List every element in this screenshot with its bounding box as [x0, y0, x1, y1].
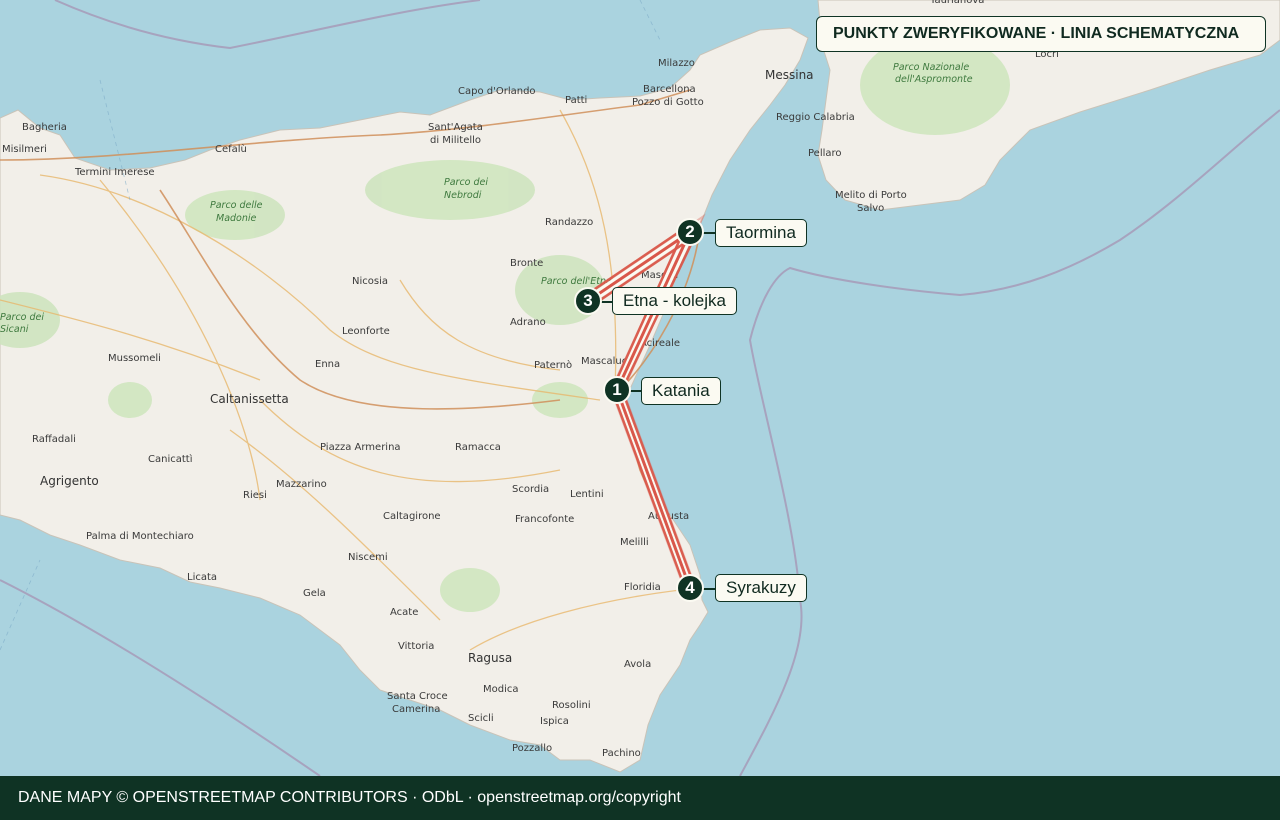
- svg-text:Cefalù: Cefalù: [215, 143, 247, 155]
- svg-text:Ramacca: Ramacca: [455, 442, 501, 453]
- svg-text:Santa Croce: Santa Croce: [387, 691, 448, 702]
- svg-text:Rosolini: Rosolini: [552, 700, 591, 711]
- svg-text:Caltanissetta: Caltanissetta: [210, 392, 289, 406]
- marker-label-syrakuzy[interactable]: Syrakuzy: [715, 574, 807, 602]
- svg-text:Camerina: Camerina: [392, 704, 440, 715]
- svg-text:Pozzo di Gotto: Pozzo di Gotto: [632, 97, 704, 108]
- svg-text:Misilmeri: Misilmeri: [2, 144, 47, 155]
- svg-text:Piazza Armerina: Piazza Armerina: [320, 442, 401, 453]
- attribution-text: DANE MAPY © OPENSTREETMAP CONTRIBUTORS ·…: [18, 789, 681, 806]
- svg-text:Nicosia: Nicosia: [352, 276, 388, 287]
- svg-text:Ragusa: Ragusa: [468, 651, 512, 665]
- svg-text:Patti: Patti: [565, 95, 587, 106]
- svg-text:Modica: Modica: [483, 684, 519, 695]
- svg-text:Licata: Licata: [187, 572, 217, 583]
- marker-pin-2[interactable]: 2: [676, 218, 704, 246]
- marker-pin-4[interactable]: 4: [676, 574, 704, 602]
- svg-text:Ispica: Ispica: [540, 716, 569, 727]
- svg-text:Messina: Messina: [765, 68, 814, 82]
- attribution-footer: DANE MAPY © OPENSTREETMAP CONTRIBUTORS ·…: [0, 776, 1280, 820]
- svg-text:Nebrodi: Nebrodi: [444, 190, 482, 201]
- svg-text:Acate: Acate: [390, 607, 418, 618]
- svg-text:Milazzo: Milazzo: [658, 58, 695, 69]
- svg-text:Parco delle: Parco delle: [210, 200, 263, 211]
- svg-text:dell'Aspromonte: dell'Aspromonte: [895, 74, 973, 85]
- svg-text:Canicattì: Canicattì: [148, 453, 193, 465]
- svg-text:Reggio Calabria: Reggio Calabria: [776, 112, 855, 123]
- svg-text:Bagheria: Bagheria: [22, 122, 67, 133]
- svg-text:Gela: Gela: [303, 588, 326, 599]
- svg-text:Barcellona: Barcellona: [643, 84, 696, 95]
- svg-text:Adrano: Adrano: [510, 317, 546, 328]
- svg-text:Riesi: Riesi: [243, 490, 267, 501]
- map-title-banner: PUNKTY ZWERYFIKOWANE · LINIA SCHEMATYCZN…: [816, 16, 1266, 52]
- svg-text:Parco dei: Parco dei: [444, 177, 488, 188]
- svg-text:Palma di Montechiaro: Palma di Montechiaro: [86, 531, 194, 542]
- svg-text:Madonie: Madonie: [216, 213, 257, 224]
- svg-text:Scicli: Scicli: [468, 713, 494, 724]
- svg-text:Pellaro: Pellaro: [808, 148, 842, 159]
- marker-pin-3[interactable]: 3: [574, 287, 602, 315]
- svg-text:Francofonte: Francofonte: [515, 514, 574, 525]
- svg-text:Leonforte: Leonforte: [342, 326, 390, 337]
- svg-text:Floridia: Floridia: [624, 582, 661, 593]
- svg-text:Pachino: Pachino: [602, 748, 641, 759]
- basemap: Milazzo Barcellona Pozzo di Gotto Capo d…: [0, 0, 1280, 776]
- svg-text:di Militello: di Militello: [430, 135, 481, 146]
- svg-text:Lentini: Lentini: [570, 489, 604, 500]
- svg-text:Raffadali: Raffadali: [32, 434, 76, 445]
- svg-text:Scordia: Scordia: [512, 484, 549, 495]
- svg-text:Sant'Agata: Sant'Agata: [428, 122, 483, 133]
- svg-text:Tauriànova: Tauriànova: [929, 0, 984, 6]
- map-canvas[interactable]: Milazzo Barcellona Pozzo di Gotto Capo d…: [0, 0, 1280, 776]
- svg-text:Sicani: Sicani: [0, 324, 29, 335]
- svg-text:Mazzarino: Mazzarino: [276, 479, 327, 490]
- svg-text:Avola: Avola: [624, 659, 651, 670]
- svg-text:Parco Nazionale: Parco Nazionale: [893, 62, 969, 73]
- marker-label-katania[interactable]: Katania: [641, 377, 721, 405]
- svg-text:Caltagirone: Caltagirone: [383, 511, 441, 522]
- svg-text:Salvo: Salvo: [857, 203, 884, 214]
- svg-text:Parco dei: Parco dei: [0, 312, 44, 323]
- svg-text:Melilli: Melilli: [620, 537, 649, 548]
- svg-text:Randazzo: Randazzo: [545, 217, 593, 228]
- marker-label-etna[interactable]: Etna - kolejka: [612, 287, 737, 315]
- svg-text:Vittoria: Vittoria: [398, 641, 434, 652]
- marker-label-taormina[interactable]: Taormina: [715, 219, 807, 247]
- svg-text:Paternò: Paternò: [534, 359, 572, 371]
- svg-text:Enna: Enna: [315, 359, 340, 370]
- svg-text:Niscemi: Niscemi: [348, 552, 388, 563]
- svg-text:Melito di Porto: Melito di Porto: [835, 190, 907, 201]
- marker-pin-1[interactable]: 1: [603, 376, 631, 404]
- svg-text:Agrigento: Agrigento: [40, 474, 99, 488]
- svg-text:Pozzallo: Pozzallo: [512, 743, 552, 754]
- svg-text:Capo d'Orlando: Capo d'Orlando: [458, 86, 536, 97]
- svg-text:Mussomeli: Mussomeli: [108, 353, 161, 364]
- svg-text:Termini Imerese: Termini Imerese: [74, 167, 155, 178]
- svg-text:Bronte: Bronte: [510, 258, 543, 269]
